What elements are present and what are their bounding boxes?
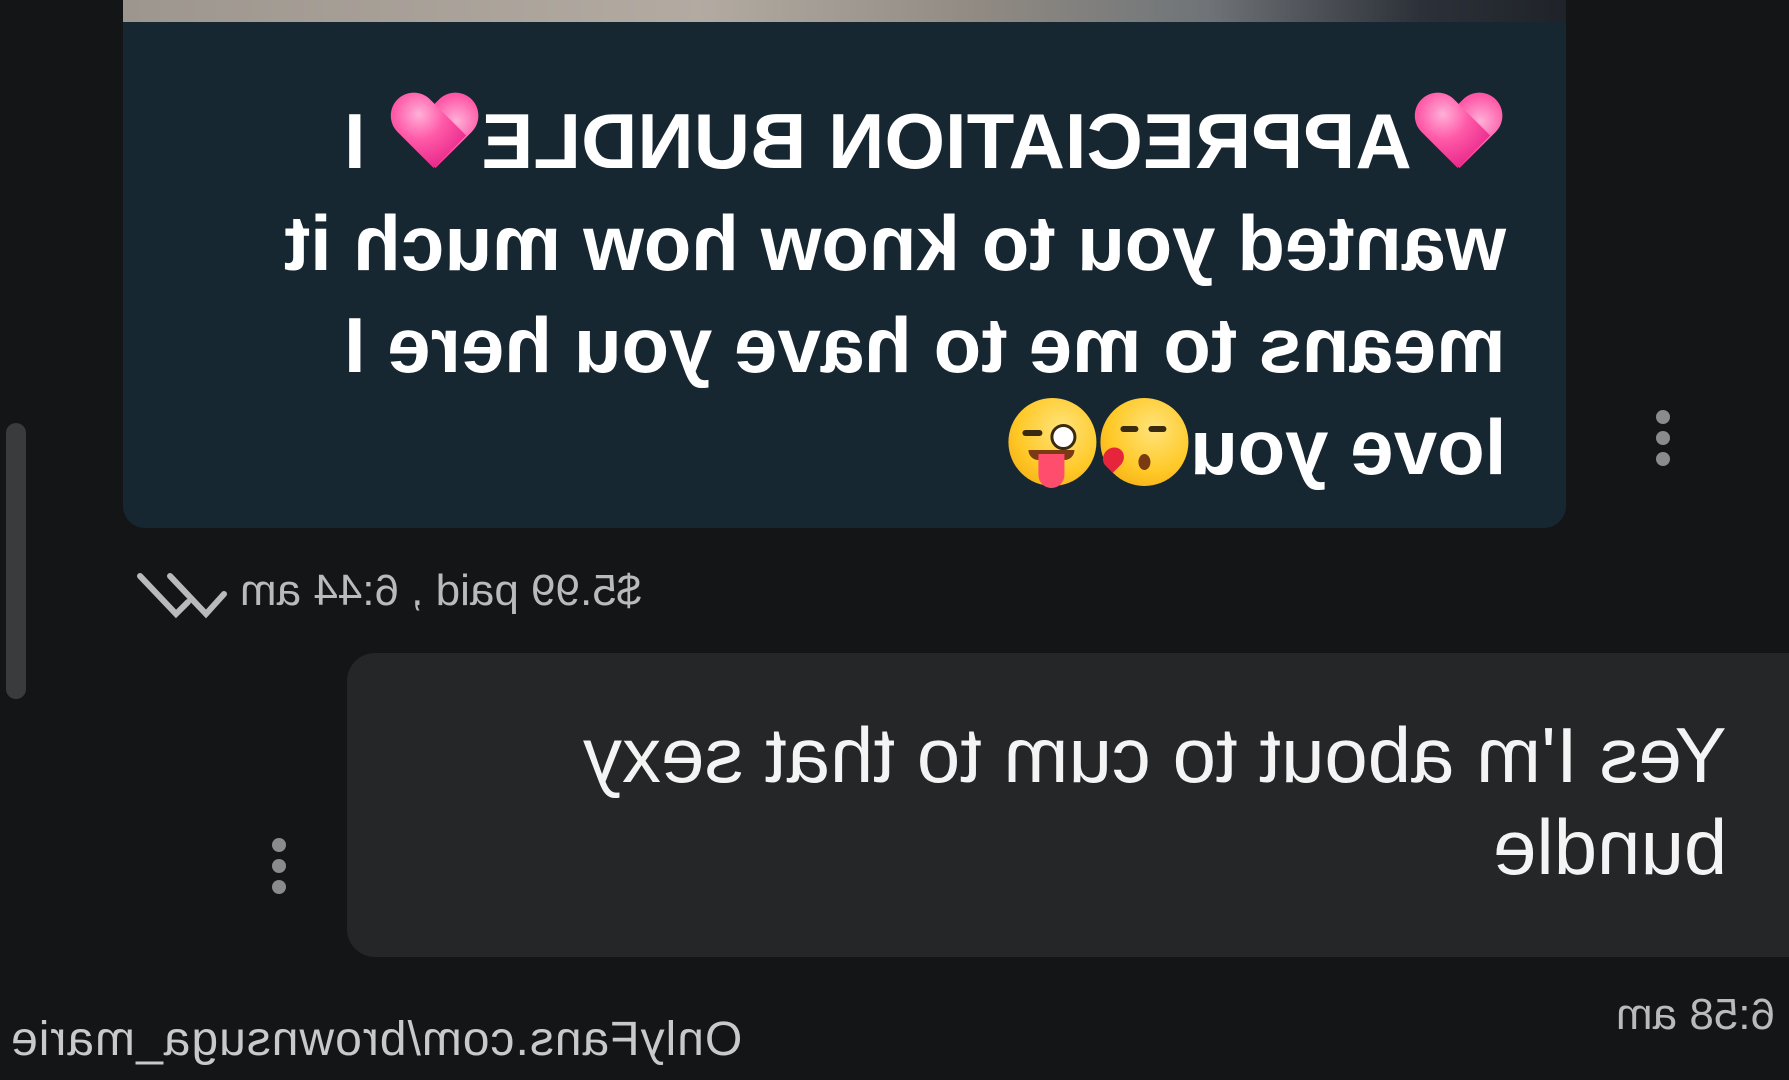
incoming-message-bubble[interactable]: APPRECIATION BUNDLE I wanted you to know… [123, 22, 1566, 528]
kissing-face-emoji [1097, 398, 1188, 486]
outgoing-message-text: Yes I'm about to cum to that sexy bundle [427, 709, 1727, 893]
scrollbar[interactable] [6, 423, 26, 699]
winking-tongue-face-emoji [1007, 398, 1096, 488]
message-line-3: means to me to have you here I [126, 294, 1506, 396]
outgoing-message-menu-icon[interactable] [272, 838, 288, 898]
chat-screen: APPRECIATION BUNDLE I wanted you to know… [0, 0, 1789, 1080]
message-line-2: wanted you to know how much it [126, 192, 1506, 294]
pink-heart-emoji [1414, 94, 1504, 174]
outgoing-time-text: 6:58 am [1616, 990, 1775, 1039]
message-line-1-text: APPRECIATION BUNDLE [481, 97, 1412, 185]
outgoing-line-1: Yes I'm about to cum to that sexy [427, 709, 1727, 801]
message-line-1-tail: I [344, 97, 388, 185]
watermark: OnlyFans.com/brownsuga_marie [10, 1012, 742, 1067]
incoming-message-text: APPRECIATION BUNDLE I wanted you to know… [126, 90, 1506, 498]
message-line-3-text: means to me to have you here I [344, 301, 1506, 389]
outgoing-message-time: 6:58 am [1616, 990, 1775, 1040]
message-line-4: love you [126, 396, 1506, 498]
price-status: $5.99 paid , 6:44 am [240, 566, 642, 615]
message-line-4-text: love you [1189, 403, 1506, 491]
double-check-icon [137, 573, 227, 619]
outgoing-message-bubble[interactable]: Yes I'm about to cum to that sexy bundle [347, 653, 1789, 957]
message-line-1: APPRECIATION BUNDLE I [126, 90, 1506, 192]
incoming-message-meta: $5.99 paid , 6:44 am [240, 566, 641, 616]
media-preview-strip[interactable] [123, 0, 1566, 22]
incoming-message-menu-icon[interactable] [1656, 410, 1672, 470]
pink-heart-emoji [390, 94, 480, 174]
message-line-2-text: wanted you to know how much it [284, 199, 1506, 287]
outgoing-line-2: bundle [427, 801, 1727, 893]
outgoing-line-2-text: bundle [1492, 803, 1727, 891]
watermark-text: OnlyFans.com/brownsuga_marie [10, 1013, 743, 1066]
outgoing-line-1-text: Yes I'm about to cum to that sexy [583, 711, 1727, 799]
